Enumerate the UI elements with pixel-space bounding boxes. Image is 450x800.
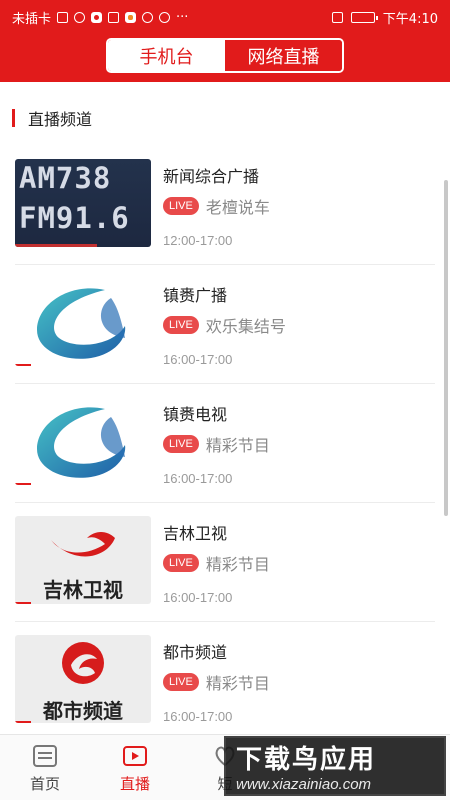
logo-text: 吉林卫视 bbox=[43, 578, 123, 602]
thumb-accent bbox=[15, 364, 31, 366]
program-name: 老檀说车 bbox=[205, 198, 270, 217]
section-title: 直播频道 bbox=[28, 110, 93, 129]
program-time: 16:00-17:00 bbox=[163, 352, 233, 367]
wifi-icon bbox=[74, 11, 86, 23]
header: 手机台 网络直播 bbox=[0, 34, 450, 82]
zhenlai-logo-icon bbox=[37, 288, 126, 359]
content-area: 直播频道 AM738 FM91.6 新闻综合广播 LIVE 老檀说车 12:00… bbox=[0, 82, 450, 734]
tab-mobile-station[interactable]: 手机台 bbox=[108, 40, 225, 71]
channel-name: 新闻综合广播 bbox=[163, 167, 260, 186]
channel-thumbnail: 吉林卫视 bbox=[15, 516, 151, 604]
battery-small-icon bbox=[108, 11, 120, 23]
program-name: 精彩节目 bbox=[205, 674, 270, 693]
channel-thumbnail: 都市频道 bbox=[15, 635, 151, 723]
channel-item[interactable]: 都市频道 都市频道 LIVE 精彩节目 16:00-17:00 bbox=[0, 622, 450, 734]
sim-icon bbox=[57, 11, 69, 23]
live-badge: LIVE bbox=[163, 554, 199, 572]
program-name: 精彩节目 bbox=[205, 436, 270, 455]
channel-name: 都市频道 bbox=[163, 643, 228, 662]
channel-name: 镇赉电视 bbox=[163, 405, 228, 424]
program-name: 欢乐集结号 bbox=[205, 317, 286, 336]
channel-thumbnail bbox=[15, 397, 151, 485]
nav-item-live[interactable]: 直播 bbox=[90, 735, 180, 800]
live-badge: LIVE bbox=[163, 673, 199, 691]
program-time: 16:00-17:00 bbox=[163, 709, 233, 724]
channel-thumbnail: AM738 FM91.6 bbox=[15, 159, 151, 247]
thumb-accent bbox=[15, 602, 31, 604]
scrollbar[interactable] bbox=[444, 180, 448, 516]
channel-name: 镇赉广播 bbox=[163, 286, 228, 305]
live-icon bbox=[123, 746, 147, 766]
status-bar: 未插卡 ··· 下午4:10 bbox=[0, 0, 450, 34]
live-badge: LIVE bbox=[163, 197, 199, 215]
program-name: 精彩节目 bbox=[205, 555, 270, 574]
am-fm-thumb: AM738 FM91.6 bbox=[15, 159, 151, 247]
channel-name: 吉林卫视 bbox=[163, 524, 228, 543]
channel-thumbnail bbox=[15, 278, 151, 366]
channel-item[interactable]: AM738 FM91.6 新闻综合广播 LIVE 老檀说车 12:00-17:0… bbox=[0, 146, 450, 265]
program-time: 16:00-17:00 bbox=[163, 471, 233, 486]
home-icon bbox=[33, 745, 57, 767]
channel-item[interactable]: 镇赉广播 LIVE 欢乐集结号 16:00-17:00 bbox=[0, 265, 450, 384]
app-notify-icon bbox=[125, 11, 137, 23]
program-time: 12:00-17:00 bbox=[163, 233, 233, 248]
watermark: 下载鸟应用 www.xiazainiao.com bbox=[224, 736, 446, 796]
vibrate-icon bbox=[331, 11, 343, 23]
nav-label: 直播 bbox=[119, 775, 150, 793]
watermark-url: www.xiazainiao.com bbox=[236, 776, 372, 793]
nav-label: 首页 bbox=[29, 775, 60, 793]
nav-item-home[interactable]: 首页 bbox=[0, 735, 90, 800]
section-header: 直播频道 bbox=[12, 108, 93, 129]
live-badge: LIVE bbox=[163, 435, 199, 453]
thumb-accent bbox=[15, 483, 31, 485]
more-dots: ··· bbox=[176, 9, 189, 25]
qq-icon bbox=[142, 11, 154, 23]
live-badge: LIVE bbox=[163, 316, 199, 334]
segment-tabs: 手机台 网络直播 bbox=[106, 38, 344, 73]
program-time: 16:00-17:00 bbox=[163, 590, 233, 605]
browser-icon bbox=[159, 11, 171, 23]
thumb-fm-text: FM91.6 bbox=[19, 201, 130, 235]
tab-web-live[interactable]: 网络直播 bbox=[225, 40, 342, 71]
weibo-icon bbox=[91, 11, 103, 23]
thumb-am-text: AM738 bbox=[19, 161, 112, 195]
watermark-title: 下载鸟应用 bbox=[236, 745, 377, 775]
battery-icon bbox=[350, 11, 378, 23]
thumb-redline bbox=[15, 244, 97, 247]
channel-list: AM738 FM91.6 新闻综合广播 LIVE 老檀说车 12:00-17:0… bbox=[0, 146, 450, 734]
channel-item[interactable]: 镇赉电视 LIVE 精彩节目 16:00-17:00 bbox=[0, 384, 450, 503]
logo-text: 都市频道 bbox=[43, 699, 123, 723]
section-accent-bar bbox=[12, 109, 15, 127]
carrier-label: 未插卡 bbox=[12, 11, 52, 27]
channel-item[interactable]: 吉林卫视 吉林卫视 LIVE 精彩节目 16:00-17:00 bbox=[0, 503, 450, 622]
thumb-accent bbox=[15, 721, 31, 723]
clock: 下午4:10 bbox=[382, 11, 438, 27]
zhenlai-tv-logo-icon bbox=[37, 407, 126, 478]
